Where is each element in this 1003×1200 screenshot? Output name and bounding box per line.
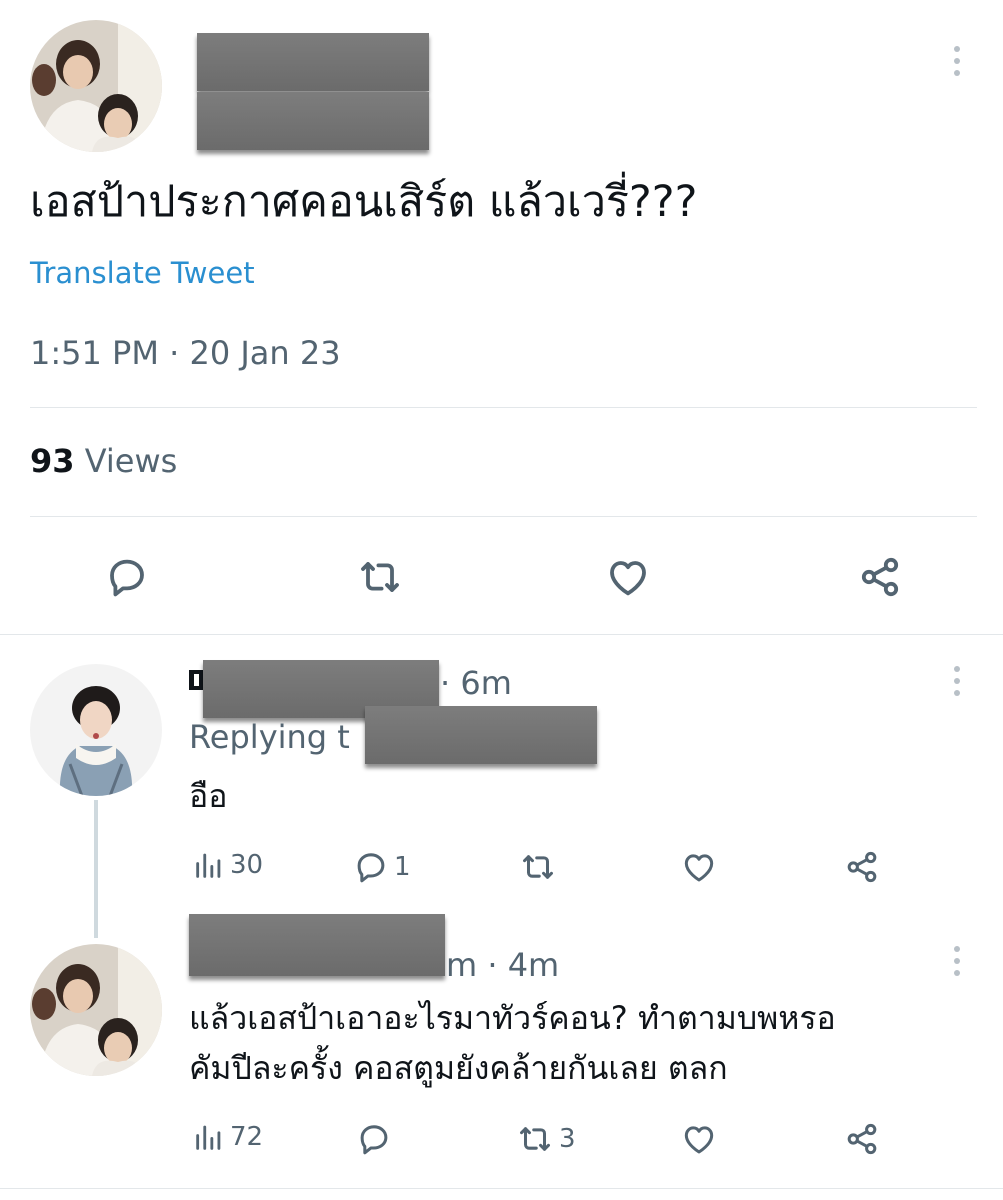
views-count[interactable]: 93 Views: [30, 442, 177, 480]
share-stat[interactable]: [843, 848, 881, 886]
reply-text-line-2: คัมปีละครั้ง คอสตูมยังคล้ายกันเลย ตลก: [189, 1049, 728, 1087]
reply-text-line-1: แล้วเอสป้าเอาอะไรมาทัวร์คอน? ทำตามบพหรอ: [189, 999, 836, 1037]
redacted-replying-to-handle: [365, 706, 597, 764]
reply-display-name-start: [189, 670, 203, 690]
retweet-icon: [515, 1120, 555, 1158]
reply-avatar[interactable]: [30, 944, 162, 1076]
share-icon: [843, 1120, 881, 1158]
views-number: 93: [30, 442, 75, 480]
reply-avatar-image: [30, 664, 162, 796]
reply-stat[interactable]: 1: [352, 848, 411, 886]
retweet-stat[interactable]: [518, 848, 562, 886]
views-stat[interactable]: 30: [192, 848, 263, 882]
retweet-icon[interactable]: [355, 553, 405, 601]
author-avatar-image: [30, 20, 162, 152]
reply-avatar-image: [30, 944, 162, 1076]
more-options-icon[interactable]: [952, 46, 962, 76]
reply-stat[interactable]: [355, 1120, 397, 1158]
share-icon[interactable]: [856, 553, 904, 601]
share-stat[interactable]: [843, 1120, 881, 1158]
redacted-username: [197, 92, 429, 150]
reply-icon: [352, 848, 390, 886]
share-icon: [843, 848, 881, 886]
redacted-reply-name: [189, 914, 445, 976]
reply-text: อือ: [189, 777, 228, 815]
views-stat[interactable]: 72: [192, 1120, 263, 1154]
section-divider: [0, 1188, 1003, 1189]
tweet-timestamp[interactable]: 1:51 PM · 20 Jan 23: [30, 334, 341, 372]
like-stat[interactable]: [680, 848, 722, 886]
like-icon: [680, 1120, 718, 1158]
views-count: 72: [230, 1122, 264, 1152]
views-count: 30: [230, 850, 264, 880]
views-icon: [192, 848, 226, 882]
section-divider: [0, 634, 1003, 635]
retweet-icon: [518, 848, 558, 886]
divider: [30, 407, 977, 408]
retweet-count: 3: [559, 1124, 576, 1154]
reply-time[interactable]: m · 4m: [446, 946, 559, 984]
reply-icon: [355, 1120, 393, 1158]
author-avatar[interactable]: [30, 20, 162, 152]
reply-icon[interactable]: [103, 553, 151, 601]
reply-time[interactable]: · 6m: [440, 664, 512, 702]
translate-tweet-link[interactable]: Translate Tweet: [30, 256, 255, 290]
tweet-text: เอสป้าประกาศคอนเสิร์ต แล้วเวรี่???: [30, 177, 698, 227]
redacted-display-name: [197, 33, 429, 91]
views-icon: [192, 1120, 226, 1154]
views-label: Views: [84, 442, 178, 480]
like-icon[interactable]: [604, 553, 652, 601]
thread-connector: [94, 800, 98, 938]
reply-count: 1: [394, 852, 411, 882]
reply-avatar[interactable]: [30, 664, 162, 796]
like-icon: [680, 848, 718, 886]
replying-to-label: Replying t: [189, 718, 350, 756]
divider: [30, 516, 977, 517]
more-options-icon[interactable]: [952, 946, 962, 976]
retweet-stat[interactable]: 3: [515, 1120, 576, 1158]
like-stat[interactable]: [680, 1120, 722, 1158]
more-options-icon[interactable]: [952, 666, 962, 696]
